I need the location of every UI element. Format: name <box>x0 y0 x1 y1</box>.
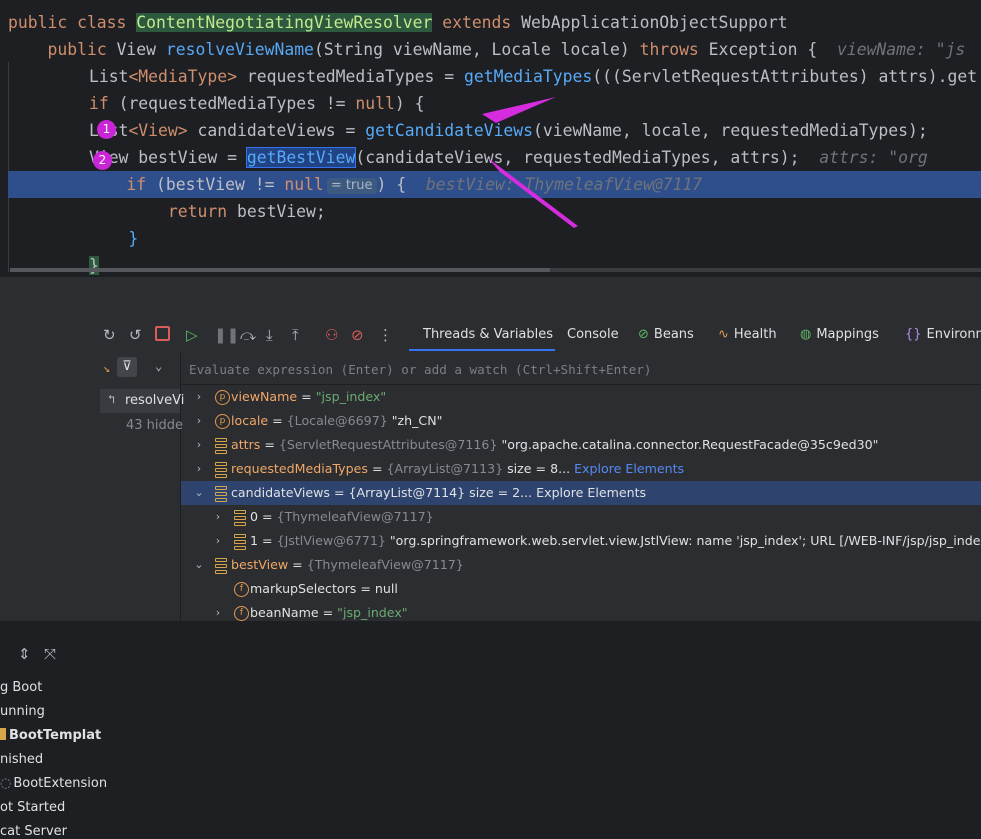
local-variable-icon <box>215 486 227 502</box>
parameter-icon: p <box>215 390 230 405</box>
rerun-modified-icon[interactable]: ↺ <box>129 325 142 345</box>
variable-row[interactable]: › f beanName = "jsp_index" <box>181 601 981 625</box>
frame-pin-icon: ↘ <box>103 361 111 375</box>
chevron-right-icon[interactable]: › <box>192 409 206 433</box>
chevron-right-icon[interactable]: › <box>192 457 206 481</box>
environment-icon: {} <box>905 327 922 342</box>
session-item[interactable]: g Boot <box>0 680 42 695</box>
chevron-right-icon[interactable]: › <box>211 601 225 625</box>
variable-row[interactable]: › 1 = {JstlView@6771} "org.springframewo… <box>181 529 981 553</box>
expand-all-icon[interactable]: ⇕ <box>18 644 31 664</box>
tab-mappings[interactable]: ◍ Mappings <box>800 326 879 344</box>
rerun-icon[interactable]: ↻ <box>103 325 116 345</box>
tab-environment[interactable]: {}Environme <box>905 326 981 344</box>
step-out-icon[interactable]: ⤒ <box>292 325 299 345</box>
chevron-right-icon[interactable]: › <box>211 529 225 553</box>
explore-elements-link[interactable]: Explore Elements <box>536 485 646 500</box>
chevron-down-icon[interactable]: ⌄ <box>155 359 162 373</box>
variable-row[interactable]: › attrs = {ServletRequestAttributes@7116… <box>181 433 981 457</box>
mappings-icon: ◍ <box>800 327 812 342</box>
tab-health[interactable]: ∿ Health <box>718 326 777 344</box>
local-variable-icon <box>215 438 227 454</box>
chevron-right-icon[interactable]: › <box>192 433 206 457</box>
frames-panel: ↘ ⊽ ⌄ ↰ resolveVi 43 hidde <box>91 352 184 621</box>
arrow-1 <box>482 97 556 123</box>
beans-icon: ⊘ <box>638 327 649 342</box>
explore-elements-link[interactable]: Explore Elements <box>574 461 684 476</box>
session-item[interactable]: unning <box>0 704 45 719</box>
filter-icon[interactable]: ⊽ <box>117 357 137 377</box>
variable-row[interactable]: ⌄ bestView = {ThymeleafView@7117} <box>181 553 981 577</box>
collapse-all-icon[interactable]: ⤧ <box>44 644 56 664</box>
arrow-2 <box>488 158 578 228</box>
evaluate-input[interactable] <box>187 358 971 380</box>
pause-icon[interactable]: ❚❚ <box>214 325 239 345</box>
mute-breakpoints-icon[interactable]: ⊘ <box>351 325 364 345</box>
chevron-down-icon[interactable]: ⌄ <box>192 553 206 577</box>
field-icon: f <box>234 582 249 597</box>
session-item-selected[interactable]: BootTemplat <box>0 728 101 743</box>
current-frame[interactable]: ↰ resolveVi <box>100 389 184 413</box>
health-icon: ∿ <box>718 327 729 342</box>
debug-sessions-panel: ⇕ ⤧ g Boot unning BootTemplat nished ◌ Bo… <box>0 319 107 839</box>
variable-row[interactable]: › p viewName = "jsp_index" <box>181 385 981 409</box>
chevron-right-icon[interactable]: › <box>211 505 225 529</box>
hidden-frames-label[interactable]: 43 hidde <box>126 418 183 433</box>
editor-scroll-thumb[interactable] <box>10 268 550 272</box>
variable-row[interactable]: › p locale = {Locale@6697} "zh_CN" <box>181 409 981 433</box>
tab-console[interactable]: Console <box>567 326 619 344</box>
chevron-right-icon[interactable]: › <box>192 385 206 409</box>
more-options-icon[interactable]: ⋮ <box>378 325 393 345</box>
variable-row-selected[interactable]: ⌄ candidateViews = {ArrayList@7114} size… <box>181 481 981 505</box>
step-over-icon[interactable]: ⤼ <box>240 325 256 345</box>
stop-icon[interactable] <box>155 325 170 345</box>
field-icon: f <box>234 606 249 621</box>
frame-arrow-icon: ↰ <box>108 392 116 406</box>
session-item[interactable]: nished <box>0 752 43 767</box>
local-variable-icon <box>215 558 227 574</box>
variable-row[interactable]: › requestedMediaTypes = {ArrayList@7113}… <box>181 457 981 481</box>
step-into-icon[interactable]: ⤓ <box>266 325 273 345</box>
evaluate-expression-bar[interactable] <box>181 352 981 385</box>
view-breakpoints-icon[interactable]: ⚇ <box>325 325 338 345</box>
variable-row[interactable]: › 0 = {ThymeleafView@7117} <box>181 505 981 529</box>
tab-beans[interactable]: ⊘ Beans <box>638 326 694 344</box>
element-icon <box>234 510 246 526</box>
chevron-down-icon[interactable]: ⌄ <box>192 481 206 505</box>
resume-icon[interactable]: ▷ <box>186 325 198 345</box>
session-item[interactable]: cat Server <box>0 824 67 839</box>
variable-row[interactable]: f markupSelectors = null <box>181 577 981 601</box>
tab-threads-variables[interactable]: Threads & Variables <box>423 326 553 344</box>
panel-divider <box>0 277 981 319</box>
session-item[interactable]: ot Started <box>0 800 65 815</box>
parameter-icon: p <box>215 414 230 429</box>
app-icon <box>0 728 6 740</box>
code-editor[interactable]: public class ContentNegotiatingViewResol… <box>0 0 981 277</box>
session-item[interactable]: ◌ BootExtension <box>0 776 107 791</box>
active-tab-indicator <box>409 349 555 351</box>
local-variable-icon <box>215 462 227 478</box>
annotation-arrows <box>482 97 578 228</box>
status-icon: ◌ <box>0 776 12 791</box>
element-icon <box>234 534 246 550</box>
